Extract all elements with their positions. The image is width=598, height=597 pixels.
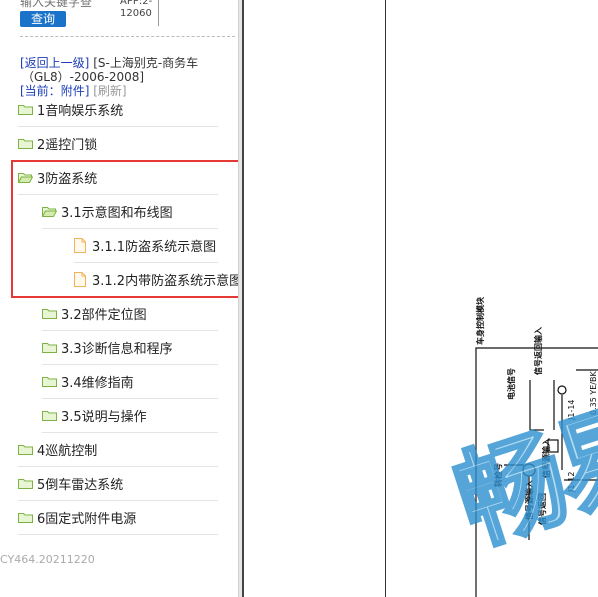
folder-icon — [42, 410, 57, 421]
tree-item-label: 3防盗系统 — [37, 172, 98, 187]
tree-item[interactable]: 6固定式附件电源 — [0, 501, 238, 535]
tree-item-label: 4巡航控制 — [37, 444, 98, 459]
folder-open-icon — [41, 206, 58, 217]
search-button[interactable]: 查询 — [20, 11, 66, 27]
folder-icon — [42, 342, 57, 353]
folder-icon — [18, 138, 33, 149]
tree-item-inner[interactable]: 1音响娱乐系统 — [18, 93, 218, 127]
tree-item[interactable]: 5倒车雷达系统 — [0, 467, 238, 501]
app-code-line2: 12060 — [120, 8, 152, 19]
tree-item-inner[interactable]: 3.2部件定位图 — [42, 297, 218, 331]
tree-item[interactable]: 1音响娱乐系统 — [0, 93, 238, 127]
tree-item-inner[interactable]: 3.1示意图和布线图 — [41, 195, 218, 229]
tree-item-label: 3.1.1防盗系统示意图 — [92, 240, 217, 255]
divider — [20, 36, 235, 37]
document-icon — [74, 238, 86, 253]
tree-item[interactable]: 3.1.2内带防盗系统示意图 — [0, 263, 238, 297]
signal-label-2: 信号返回输入 — [533, 327, 543, 375]
app-code-line1: APP:2- — [120, 0, 153, 7]
vehicle-line1: [S-上海别克-商务车 — [93, 56, 199, 70]
tree-item-inner[interactable]: 3.5说明与操作 — [42, 399, 218, 433]
app-code: APP:2- 12060 — [120, 0, 159, 26]
tree-item-label: 3.5说明与操作 — [61, 410, 147, 425]
tree-item-inner[interactable]: 3.1.2内带防盗系统示意图 — [74, 263, 238, 297]
sidebar: 查询 APP:2- 12060 [返回上一级] [S-上海别克-商务车 （GL8… — [0, 0, 238, 597]
tree-item[interactable]: 2遥控门锁 — [0, 127, 238, 161]
tree-item-label: 5倒车雷达系统 — [37, 478, 124, 493]
tree-item[interactable]: 3.4维修指南 — [0, 365, 238, 399]
signal-label-1: 电池信号 — [506, 368, 516, 400]
document-icon — [74, 272, 86, 287]
nav-header-line1: [返回上一级] [S-上海别克-商务车 — [20, 56, 235, 70]
diagram-viewer: 车身控制模块 电池信号 信号返回输入 信号源输入 转检号 信号源输入 信号返回 … — [244, 0, 598, 597]
tree-item[interactable]: 3防盗系统 — [0, 161, 238, 195]
module-label: 车身控制模块 — [475, 296, 485, 345]
tree-item-inner[interactable]: 4巡航控制 — [18, 433, 218, 467]
tree-item-inner[interactable]: 5倒车雷达系统 — [18, 467, 218, 501]
folder-icon — [18, 104, 33, 115]
folder-icon — [42, 376, 57, 387]
back-link[interactable]: [返回上一级] — [20, 56, 89, 70]
tree-item-inner[interactable]: 3.1.1防盗系统示意图 — [74, 229, 218, 263]
tree-item-label: 3.4维修指南 — [61, 376, 134, 391]
tree-item-inner[interactable]: 2遥控门锁 — [18, 127, 218, 161]
tree-item-label: 3.1.2内带防盗系统示意图 — [92, 274, 238, 289]
tree-item-label: 2遥控门锁 — [37, 138, 98, 153]
tree-item-label: 6固定式附件电源 — [37, 512, 137, 527]
tree-item[interactable]: 3.3诊断信息和程序 — [0, 331, 238, 365]
nav-header: [返回上一级] [S-上海别克-商务车 （GL8）-2006-2008] [当前… — [20, 56, 235, 98]
tree-item-inner[interactable]: 3.3诊断信息和程序 — [42, 331, 218, 365]
tree-item-label: 3.1示意图和布线图 — [61, 206, 173, 221]
version-text: CY464.20211220 — [0, 553, 95, 566]
folder-icon — [18, 512, 33, 523]
tree-item[interactable]: 3.1示意图和布线图 — [0, 195, 238, 229]
tree-item-label: 1音响娱乐系统 — [37, 104, 124, 119]
tree-item[interactable]: 3.1.1防盗系统示意图 — [0, 229, 238, 263]
tree-item-label: 3.2部件定位图 — [61, 308, 147, 323]
folder-open-icon — [17, 172, 34, 183]
folder-icon — [42, 308, 57, 319]
folder-icon — [18, 444, 33, 455]
tree-item[interactable]: 4巡航控制 — [0, 433, 238, 467]
tree-item[interactable]: 3.5说明与操作 — [0, 399, 238, 433]
vehicle-line2: （GL8）-2006-2008] — [22, 70, 145, 84]
folder-icon — [18, 478, 33, 489]
search-input[interactable] — [20, 0, 110, 10]
tree-item-label: 3.3诊断信息和程序 — [61, 342, 173, 357]
tree-item-inner[interactable]: 6固定式附件电源 — [18, 501, 218, 535]
tree-item-inner[interactable]: 3.4维修指南 — [42, 365, 218, 399]
tree-item[interactable]: 3.2部件定位图 — [0, 297, 238, 331]
tree-item-inner[interactable]: 3防盗系统 — [17, 161, 218, 195]
